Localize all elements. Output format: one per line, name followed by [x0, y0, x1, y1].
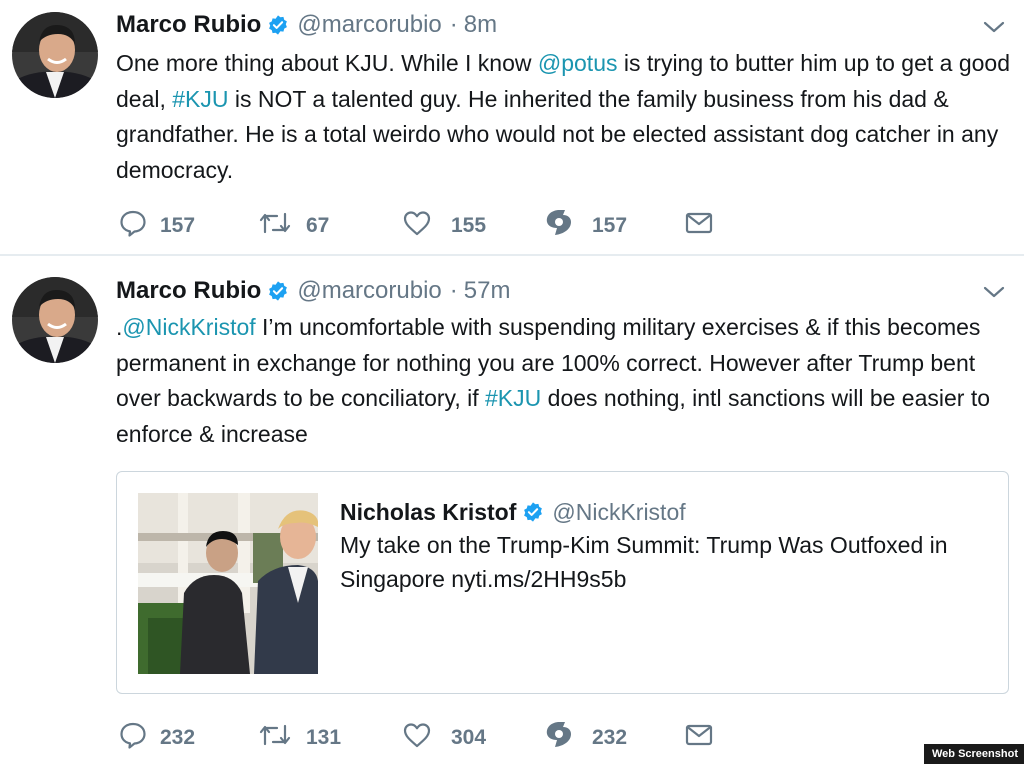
author-name[interactable]: Marco Rubio	[116, 277, 261, 305]
tweet-time[interactable]: 57m	[464, 277, 511, 305]
verified-badge-icon	[522, 501, 544, 523]
retweet-icon	[258, 208, 292, 244]
reply-button[interactable]: 157	[118, 210, 195, 242]
share-count-icon	[542, 207, 576, 245]
envelope-icon	[684, 720, 714, 756]
tweet-2: Marco Rubio @marcorubio · 57m .@NickKris…	[0, 256, 1024, 764]
tweet-header: Marco Rubio @marcorubio · 57m	[116, 277, 510, 305]
retweet-count: 67	[306, 214, 330, 237]
quoted-tweet-image[interactable]	[138, 493, 319, 674]
reply-count: 232	[160, 726, 196, 749]
like-count: 304	[451, 726, 487, 749]
like-button[interactable]: 155	[402, 210, 486, 242]
share-count: 232	[592, 726, 628, 749]
heart-icon	[402, 720, 432, 756]
direct-message-button[interactable]	[684, 210, 714, 242]
mention-link[interactable]: @NickKristof	[122, 314, 255, 340]
tweet-actions: 232 131 304 232	[0, 722, 1024, 754]
web-screenshot-watermark: Web Screenshot	[924, 744, 1024, 764]
retweet-button[interactable]: 67	[258, 210, 329, 242]
quoted-tweet-header: Nicholas Kristof @NickKristof	[340, 498, 686, 526]
like-count: 155	[451, 214, 487, 237]
avatar[interactable]	[12, 12, 98, 98]
author-handle[interactable]: @marcorubio	[297, 277, 441, 305]
hashtag-link[interactable]: #KJU	[172, 86, 228, 112]
quoted-author-handle[interactable]: @NickKristof	[552, 498, 685, 526]
share-count-button[interactable]: 157	[542, 210, 627, 242]
reply-icon	[118, 720, 148, 756]
quoted-author-name[interactable]: Nicholas Kristof	[340, 498, 516, 526]
heart-icon	[402, 208, 432, 244]
share-count: 157	[592, 214, 628, 237]
tweet-text: One more thing about KJU. While I know @…	[116, 46, 1011, 188]
quoted-tweet-text: My take on the Trump-Kim Summit: Trump W…	[340, 532, 948, 592]
quoted-tweet-card[interactable]: Nicholas Kristof @NickKristof My take on…	[116, 471, 1009, 694]
reply-icon	[118, 208, 148, 244]
chevron-down-icon[interactable]	[982, 280, 1006, 304]
author-name[interactable]: Marco Rubio	[116, 11, 261, 39]
text-segment: is NOT a talented guy. He inherited the …	[116, 85, 999, 183]
verified-badge-icon	[267, 14, 289, 36]
mention-link[interactable]: @potus	[538, 50, 618, 76]
tweet-text: .@NickKristof I’m uncomfortable with sus…	[116, 310, 1011, 452]
share-count-icon	[542, 719, 576, 757]
retweet-count: 131	[306, 726, 342, 749]
separator-dot: ·	[449, 277, 458, 304]
tweet-actions: 157 67 155 157	[0, 210, 1024, 242]
share-count-button[interactable]: 232	[542, 722, 627, 754]
author-handle[interactable]: @marcorubio	[297, 11, 441, 39]
text-segment: One more thing about KJU. While I know	[116, 50, 538, 76]
reply-count: 157	[160, 214, 196, 237]
tweet-header: Marco Rubio @marcorubio · 8m	[116, 11, 497, 39]
retweet-icon	[258, 720, 292, 756]
tweet-time[interactable]: 8m	[464, 11, 497, 39]
retweet-button[interactable]: 131	[258, 722, 341, 754]
avatar[interactable]	[12, 277, 98, 363]
envelope-icon	[684, 208, 714, 244]
chevron-down-icon[interactable]	[982, 15, 1006, 39]
verified-badge-icon	[267, 280, 289, 302]
tweet-1: Marco Rubio @marcorubio · 8m One more th…	[0, 0, 1024, 256]
separator-dot: ·	[449, 11, 458, 38]
hashtag-link[interactable]: #KJU	[485, 385, 541, 411]
direct-message-button[interactable]	[684, 722, 714, 754]
like-button[interactable]: 304	[402, 722, 486, 754]
reply-button[interactable]: 232	[118, 722, 195, 754]
